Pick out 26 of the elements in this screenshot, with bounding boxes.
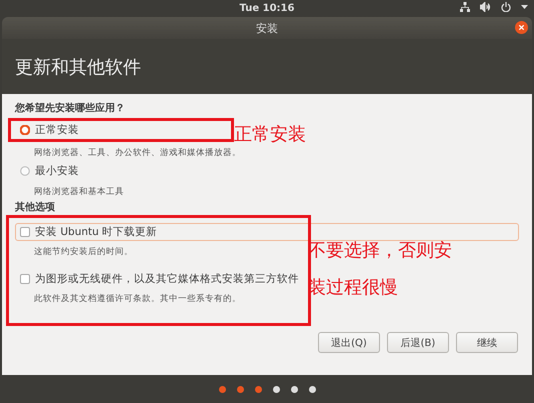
- network-icon[interactable]: [460, 2, 470, 12]
- checkbox[interactable]: [20, 227, 30, 237]
- section-heading: 其他选项: [15, 201, 55, 215]
- volume-icon[interactable]: [480, 2, 491, 12]
- clock: Tue 10:16: [240, 3, 294, 14]
- continue-button[interactable]: 继续: [456, 332, 518, 353]
- option-description: 此软件及其文档遵循许可条款。其中一些系专有的。: [34, 292, 241, 306]
- window-title: 安装: [256, 20, 278, 36]
- checkbox[interactable]: [20, 274, 30, 284]
- radio-label[interactable]: 正常安装: [35, 123, 79, 137]
- power-icon[interactable]: [501, 2, 511, 12]
- option-description: 这能节约安装后的时间。: [34, 246, 133, 259]
- checkbox-label[interactable]: 为图形或无线硬件，以及其它媒体格式安装第三方软件: [35, 272, 299, 286]
- close-icon[interactable]: [515, 21, 528, 34]
- back-button[interactable]: 后退(B): [387, 332, 449, 353]
- option-description: 网络浏览器和基本工具: [34, 186, 124, 199]
- page-heading: 更新和其他软件: [15, 56, 141, 78]
- option-description: 网络浏览器、工具、办公软件、游戏和媒体播放器。: [34, 147, 241, 160]
- checkbox-label[interactable]: 安装 Ubuntu 时下载更新: [35, 225, 158, 239]
- question-label: 您希望先安装哪些应用？: [15, 102, 125, 116]
- annotation-text: 正常安装: [234, 123, 307, 147]
- radio-label[interactable]: 最小安装: [35, 164, 79, 178]
- radio-button[interactable]: [20, 166, 30, 176]
- dropdown-caret-icon[interactable]: [521, 5, 528, 9]
- radio-button[interactable]: [20, 125, 30, 135]
- quit-button[interactable]: 退出(Q): [318, 332, 380, 353]
